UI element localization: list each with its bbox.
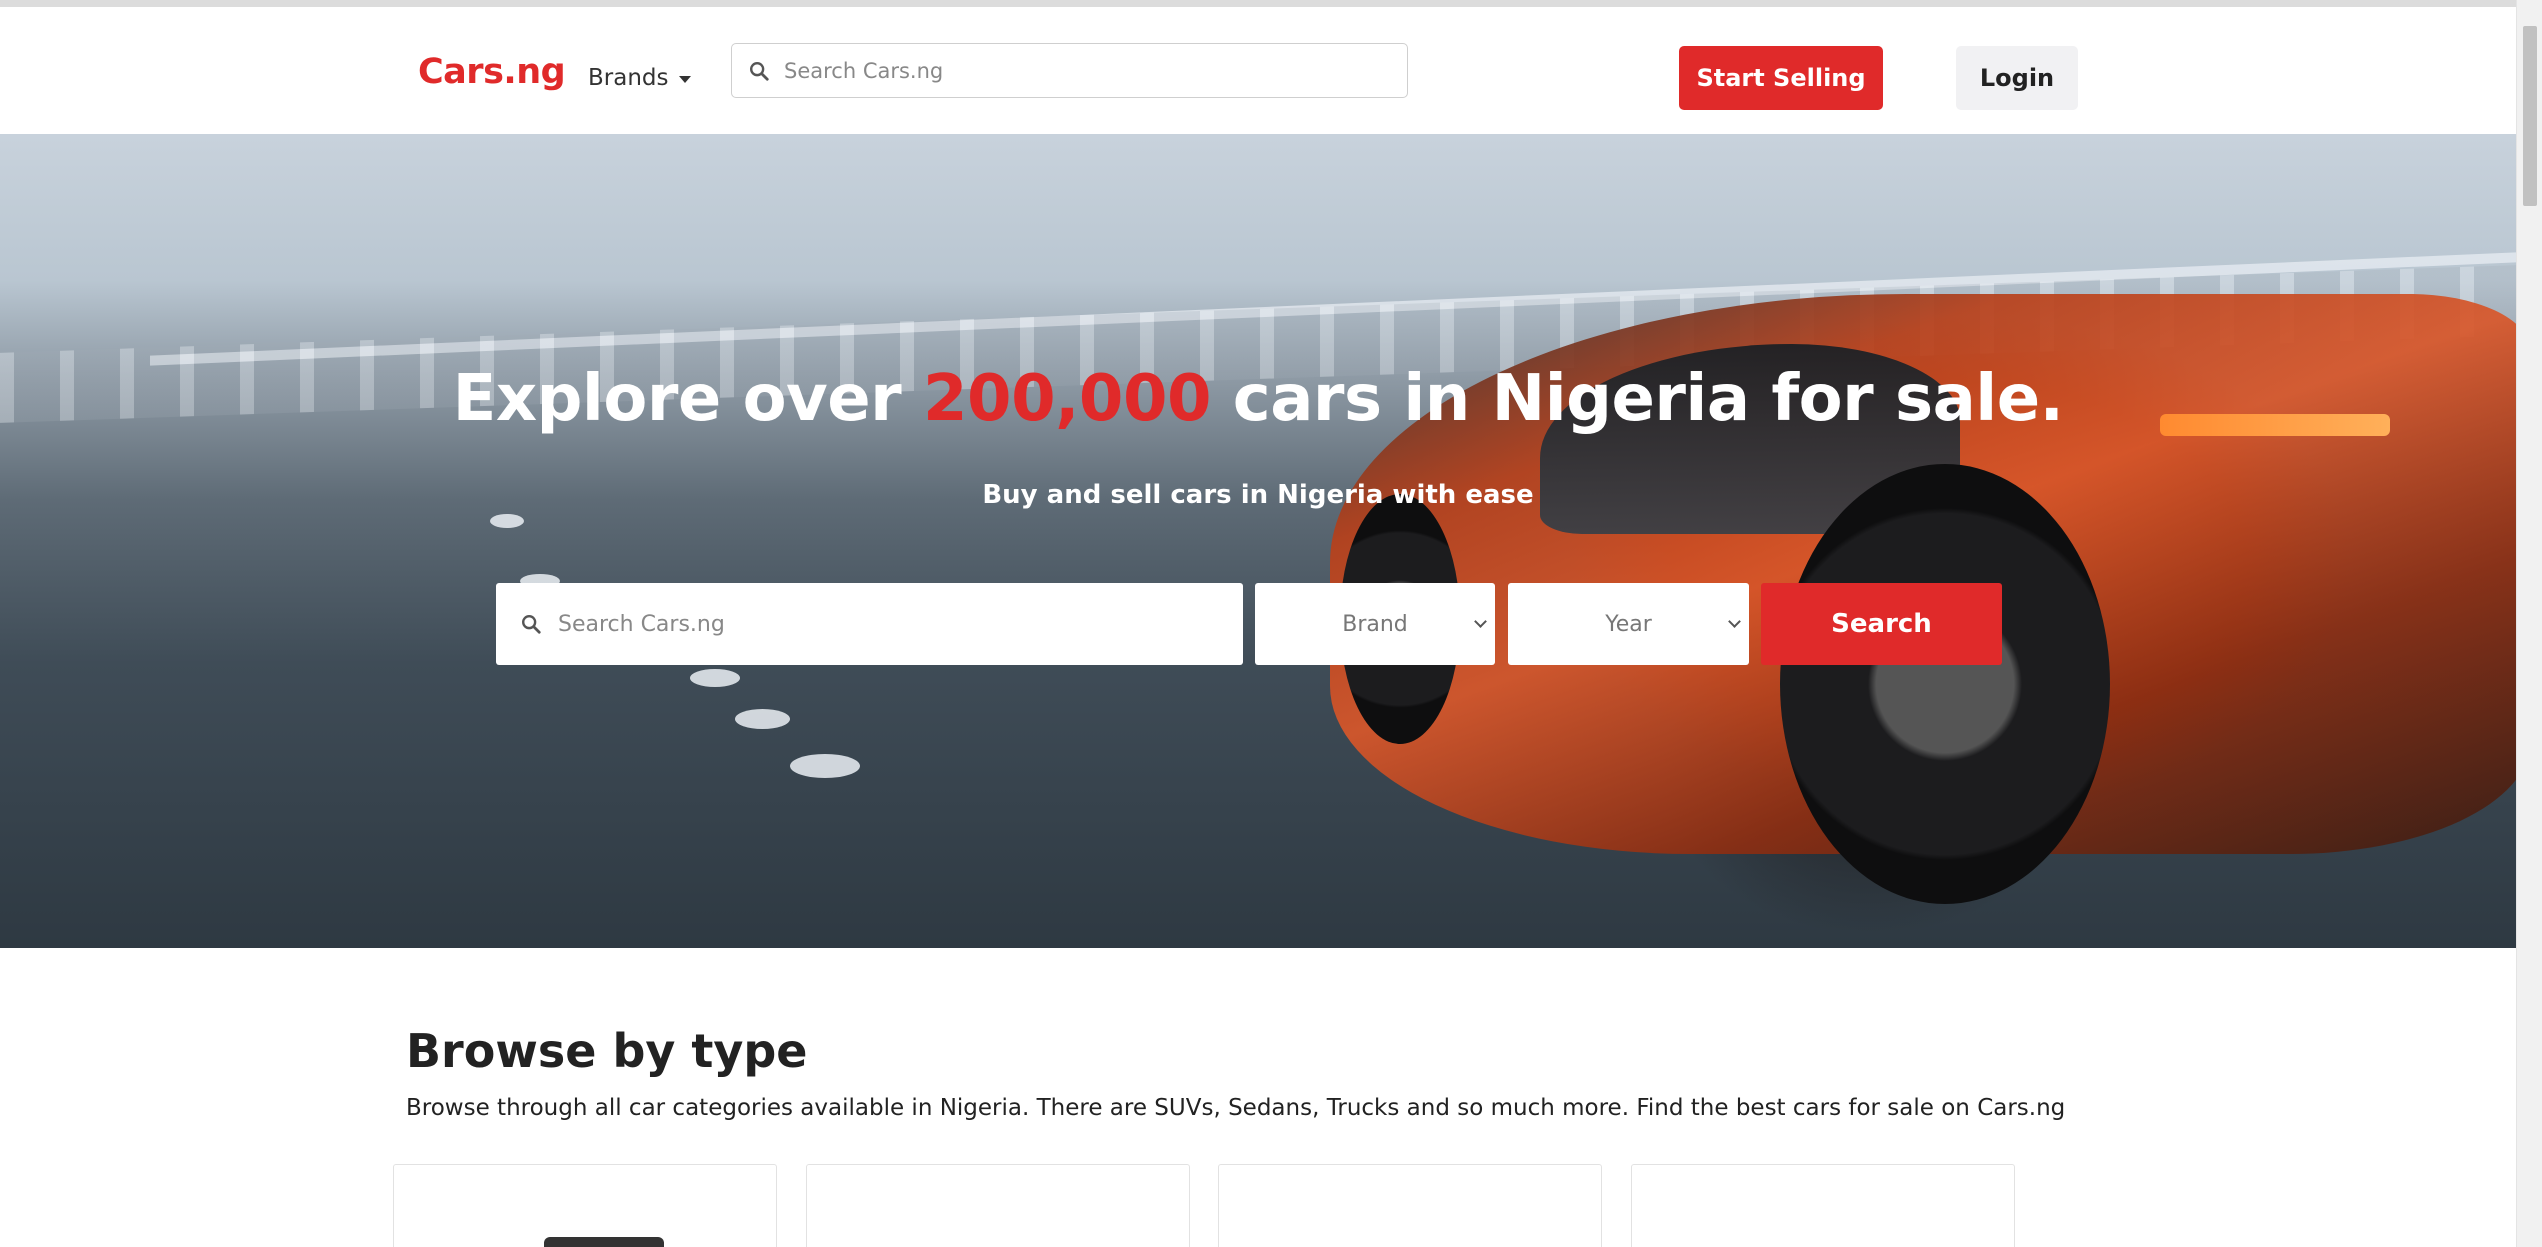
car-type-card[interactable] <box>1218 1164 1602 1247</box>
hero-title-highlight: 200,000 <box>923 362 1212 436</box>
hero-title-prefix: Explore over <box>452 362 923 436</box>
caret-down-icon <box>678 75 691 83</box>
year-select-label: Year <box>1605 611 1652 637</box>
page-scrollbar[interactable] <box>2516 0 2542 1247</box>
car-type-thumbnail <box>544 1237 664 1247</box>
hero-bg-lane-marker <box>690 669 740 687</box>
search-icon <box>522 615 541 634</box>
hero-title: Explore over 200,000 cars in Nigeria for… <box>0 362 2516 436</box>
chevron-down-icon <box>1474 615 1487 628</box>
browse-by-type-description: Browse through all car categories availa… <box>406 1095 2066 1121</box>
hero-subtitle: Buy and sell cars in Nigeria with ease <box>982 480 1534 510</box>
chevron-down-icon <box>1728 615 1741 628</box>
car-type-card[interactable] <box>806 1164 1190 1247</box>
hero-bg-lane-marker <box>490 514 524 528</box>
hero-search-button[interactable]: Search <box>1761 583 2002 665</box>
car-type-card[interactable] <box>393 1164 777 1247</box>
hero-search-box[interactable] <box>496 583 1243 665</box>
hero-banner: Explore over 200,000 cars in Nigeria for… <box>0 134 2516 948</box>
hero-title-suffix: cars in Nigeria for sale. <box>1211 362 2064 436</box>
header-search-input[interactable] <box>784 58 1344 83</box>
header-search-box[interactable] <box>731 43 1408 98</box>
login-button[interactable]: Login <box>1956 46 2078 110</box>
top-border <box>0 0 2516 7</box>
start-selling-button[interactable]: Start Selling <box>1679 46 1883 110</box>
brands-dropdown[interactable]: Brands <box>588 65 691 91</box>
year-select[interactable]: Year <box>1508 583 1749 665</box>
hero-bg-lane-marker <box>735 709 790 729</box>
hero-search-input[interactable] <box>558 611 1198 637</box>
brands-label: Brands <box>588 65 669 91</box>
search-icon <box>750 61 769 81</box>
hero-bg-lane-marker <box>790 754 860 778</box>
scrollbar-thumb[interactable] <box>2523 26 2537 206</box>
site-header: Cars.ng Brands Start Selling Login <box>0 7 2516 134</box>
hero-car-wheel <box>1780 464 2110 904</box>
browse-by-type-heading: Browse by type <box>406 1024 808 1078</box>
brand-select-label: Brand <box>1342 611 1408 637</box>
site-logo[interactable]: Cars.ng <box>418 52 566 92</box>
car-type-card[interactable] <box>1631 1164 2015 1247</box>
brand-select[interactable]: Brand <box>1255 583 1495 665</box>
